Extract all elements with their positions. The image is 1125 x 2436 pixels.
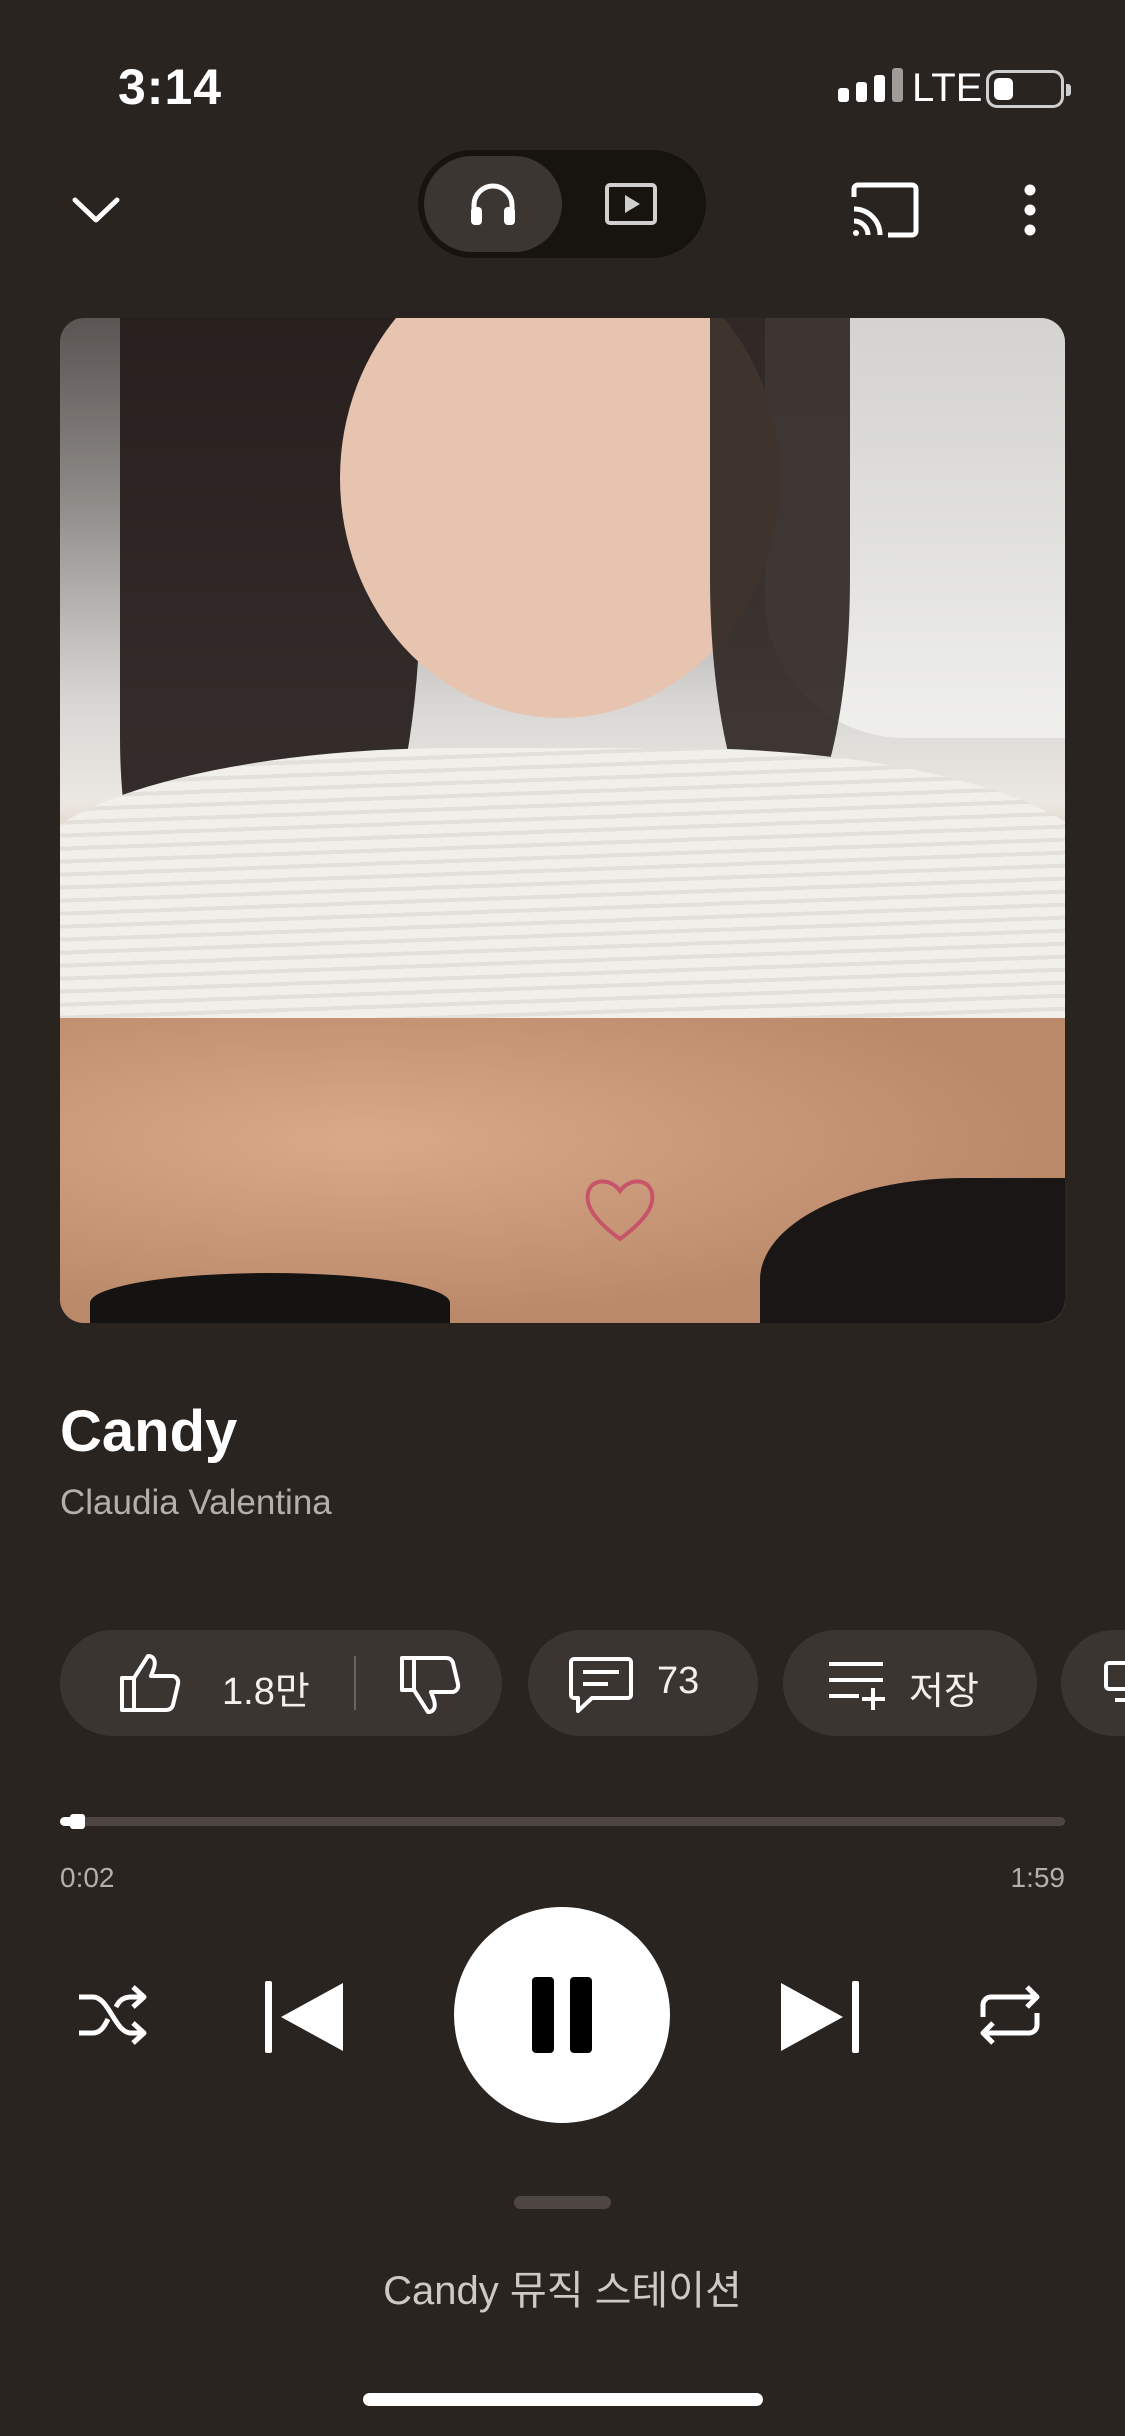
headphones-icon — [471, 183, 515, 225]
signal-icon — [838, 68, 903, 102]
comments-button[interactable]: 73 — [528, 1630, 758, 1736]
total-time: 1:59 — [1010, 1862, 1066, 1893]
next-button[interactable] — [772, 1972, 868, 2062]
previous-button[interactable] — [256, 1972, 352, 2062]
skip-next-icon — [781, 1981, 859, 2053]
repeat-button[interactable] — [970, 1980, 1050, 2050]
share-icon — [1104, 1661, 1125, 1702]
more-vertical-icon — [1024, 184, 1036, 236]
more-action-button[interactable] — [1061, 1630, 1125, 1736]
action-bar: 1.8만 73 저장 — [60, 1630, 1125, 1736]
like-dislike-pill: 1.8만 — [60, 1630, 502, 1736]
song-mode-button[interactable] — [424, 156, 562, 252]
album-art — [60, 318, 1065, 1323]
shuffle-button[interactable] — [72, 1980, 152, 2050]
thumbs-up-icon[interactable] — [118, 1652, 182, 1714]
pause-button[interactable] — [454, 1907, 670, 2123]
current-time: 0:02 — [60, 1862, 115, 1893]
up-next-drag-handle[interactable] — [514, 2196, 611, 2209]
like-divider — [354, 1656, 356, 1710]
playback-controls — [0, 1900, 1125, 2130]
video-mode-button[interactable] — [562, 156, 700, 252]
audio-video-toggle[interactable] — [418, 150, 706, 258]
status-bar: 3:14 LTE — [0, 0, 1125, 150]
heart-icon — [585, 1179, 655, 1242]
network-label: LTE — [912, 66, 983, 110]
thumbs-down-icon[interactable] — [398, 1654, 462, 1716]
song-artist[interactable]: Claudia Valentina — [60, 1483, 332, 1523]
cast-icon — [851, 182, 919, 238]
collapse-button[interactable] — [60, 180, 132, 240]
progress-knob[interactable] — [70, 1814, 86, 1829]
more-options-button[interactable] — [1000, 174, 1060, 246]
playlist-add-icon — [829, 1662, 885, 1710]
skip-previous-icon — [265, 1981, 343, 2053]
comment-count: 73 — [657, 1660, 700, 1702]
clock: 3:14 — [118, 59, 223, 115]
battery-icon — [986, 70, 1071, 108]
progress-bar[interactable] — [60, 1814, 1065, 1829]
pause-icon — [532, 1977, 592, 2053]
chevron-down-icon — [72, 197, 120, 223]
player-top-bar — [0, 150, 1125, 270]
repeat-icon — [980, 1985, 1040, 2045]
comment-icon — [569, 1657, 633, 1713]
song-title: Candy — [60, 1399, 238, 1464]
video-icon — [605, 183, 657, 225]
up-next-tab[interactable]: Candy 뮤직 스테이션 — [0, 2258, 1125, 2316]
home-indicator — [363, 2393, 763, 2406]
like-count: 1.8만 — [222, 1671, 310, 1713]
cast-button[interactable] — [842, 174, 928, 246]
save-button[interactable]: 저장 — [783, 1630, 1037, 1736]
save-label: 저장 — [909, 1671, 979, 1713]
shuffle-icon — [79, 1985, 147, 2045]
